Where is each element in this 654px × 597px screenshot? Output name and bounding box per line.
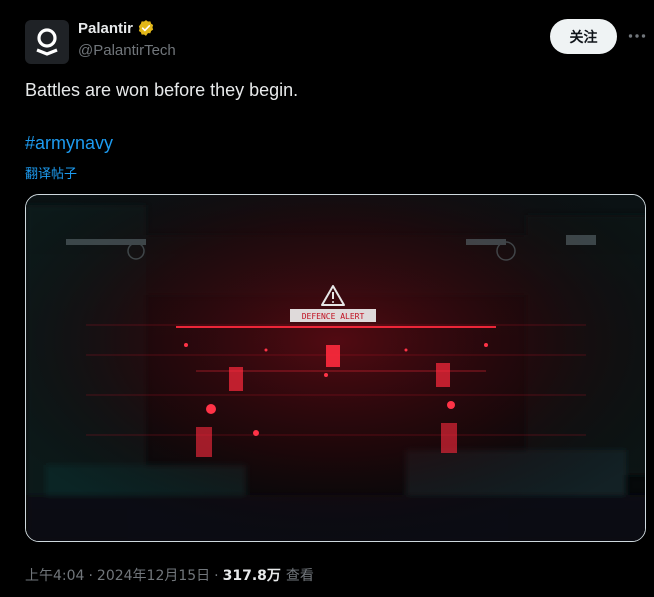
tweet-media-video[interactable]: DEFENCE ALERT [25, 194, 646, 542]
follow-button[interactable]: 关注 [550, 19, 617, 54]
translate-post-link[interactable]: 翻译帖子 [25, 163, 77, 182]
meta-separator-2: · [214, 568, 219, 584]
views-label: 查看 [285, 568, 314, 584]
hashtag-link[interactable]: #armynavy [25, 133, 113, 154]
author-display-name[interactable]: Palantir [78, 20, 133, 37]
avatar[interactable] [25, 20, 69, 64]
post-time[interactable]: 上午4:04 [25, 565, 84, 585]
views-count: 317.8万 [222, 568, 281, 584]
post-date[interactable]: 2024年12月15日 [97, 565, 210, 585]
more-dots-icon [628, 34, 646, 38]
author-handle[interactable]: @PalantirTech [78, 42, 176, 59]
defence-alert-label: DEFENCE ALERT [302, 312, 365, 321]
meta-separator: · [88, 568, 93, 584]
tweet-text: Battles are won before they begin. [25, 80, 299, 100]
more-options-button[interactable] [626, 26, 648, 46]
verified-badge-icon[interactable] [137, 19, 155, 37]
tweet-meta: 上午4:04 · 2024年12月15日 · 317.8万 查看 [25, 565, 314, 585]
author-name-row: Palantir [78, 19, 155, 37]
palantir-logo-icon [36, 28, 58, 56]
tweet-post: Palantir @PalantirTech 关注 Battles are wo… [0, 0, 654, 597]
